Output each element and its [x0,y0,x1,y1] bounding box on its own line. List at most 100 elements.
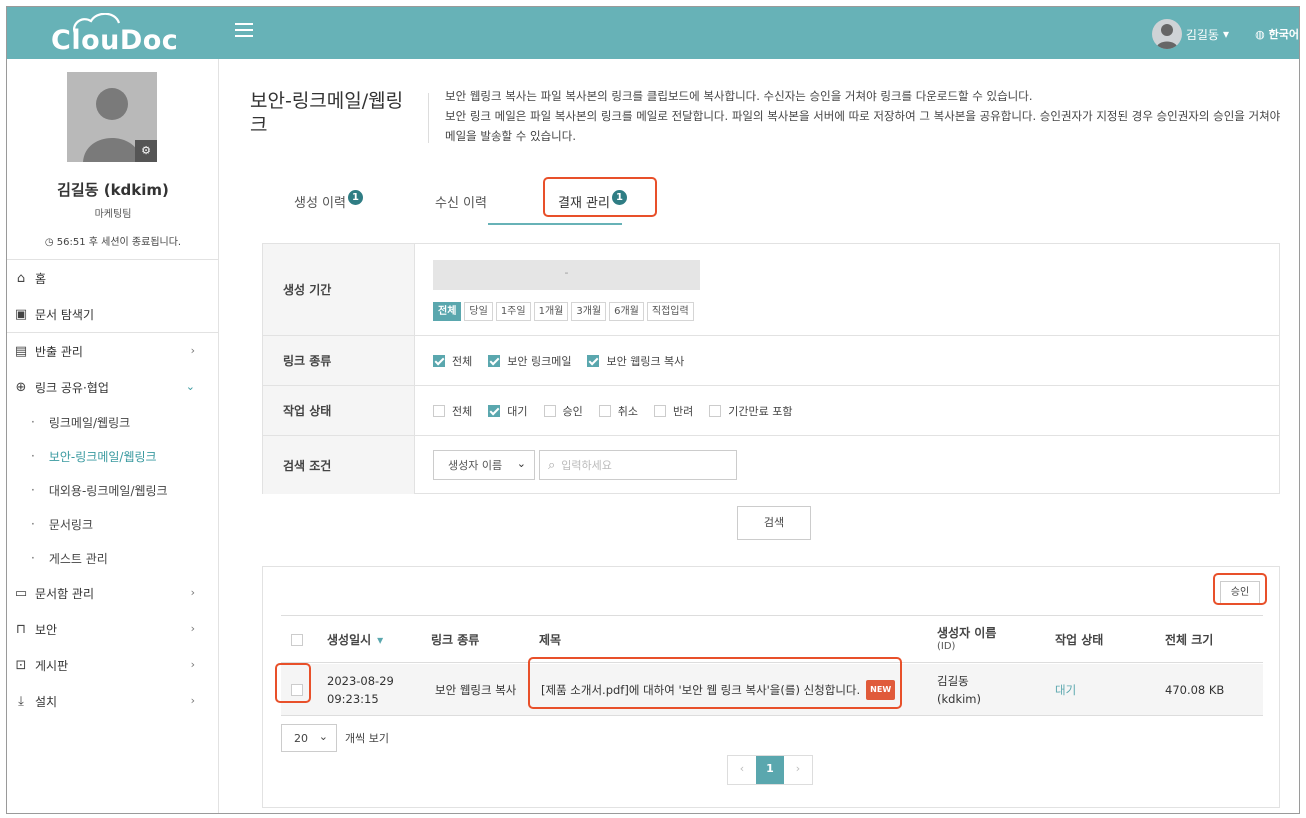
sidebar-item-label: 보안-링크메일/웹링크 [48,449,157,464]
cell-link-type: 보안 웹링크 복사 [435,683,517,697]
folder-search-icon: ▣ [14,306,28,322]
tab-created-history[interactable]: 생성 이력 1 [294,177,363,225]
top-bar: ClouDoc 김길동 ▾ ◍ 한국어 [7,7,1299,59]
app-window: ClouDoc 김길동 ▾ ◍ 한국어 ⚙ 김길동 (kdkim) 마케팅팀 ◷… [6,6,1300,814]
checkbox-status-pending[interactable]: 대기 [488,403,528,419]
cell-title[interactable]: [제품 소개서.pdf]에 대하여 '보안 웹 링크 복사'을(를) 신청합니다… [541,664,896,716]
sidebar-item-explorer[interactable]: ▣ 문서 탐색기 [7,296,219,332]
period-custom-button[interactable]: 직접입력 [646,302,694,321]
page-size-control: 20 ⌄ 개씩 보기 [281,724,389,752]
sidebar-item-link-share[interactable]: ⊕ 링크 공유·협업 ⌄ [7,369,219,405]
filter-row-link-type: 링크 종류 전체 보안 링크메일 보안 웹링크 복사 [263,336,1279,386]
sidebar-item-label: 대외용-링크메일/웹링크 [48,483,168,498]
cell-creator: 김길동 (kdkim) [937,674,981,706]
filter-label: 검색 조건 [263,436,415,494]
sidebar-subitem-external-linkmail[interactable]: · 대외용-링크메일/웹링크 [7,473,219,507]
select-all-checkbox[interactable] [291,634,303,646]
checkbox-link-secure-weblink[interactable]: 보안 웹링크 복사 [587,353,684,369]
checkbox-status-rejected[interactable]: 반려 [654,403,693,419]
sidebar-subitem-linkmail[interactable]: · 링크메일/웹링크 [7,405,219,439]
profile-department: 마케팅팀 [94,209,132,220]
sidebar-item-docbox[interactable]: ▭ 문서함 관리 › [7,575,219,611]
filter-label: 생성 기간 [263,244,415,335]
home-icon: ⌂ [16,270,26,286]
search-input[interactable]: ⌕ 입력하세요 [539,450,737,480]
page-size-select[interactable]: 20 ⌄ [281,724,337,752]
session-timer: ◷ 56:51 후 세션이 종료됩니다. [7,233,219,248]
sidebar-subitem-secure-linkmail[interactable]: · 보안-링크메일/웹링크 [7,439,219,473]
sidebar-subitem-doclink[interactable]: · 문서링크 [7,507,219,541]
period-all-button[interactable]: 전체 [433,302,462,321]
period-1week-button[interactable]: 1주일 [495,302,531,321]
search-field-select[interactable]: 생성자 이름 ⌄ [433,450,535,480]
sidebar-item-label: 반출 관리 [35,344,83,359]
prev-page-button[interactable]: ‹ [728,756,756,784]
sidebar-item-label: 문서링크 [48,517,93,532]
period-1month-button[interactable]: 1개월 [533,302,569,321]
sidebar-item-home[interactable]: ⌂ 홈 [7,260,219,296]
column-created[interactable]: 생성일시 ▾ [327,616,383,664]
sidebar-item-settings[interactable]: ⤓ 설치 › [7,683,219,719]
sidebar-item-label: 보안 [35,622,58,637]
sidebar-item-label: 홈 [35,271,47,286]
sort-down-icon: ▾ [377,632,384,647]
checkbox-status-all[interactable]: 전체 [433,403,472,419]
date-range-input[interactable]: - [433,260,700,290]
clock-icon: ◷ [44,237,54,248]
sidebar-item-label: 게스트 관리 [48,551,108,566]
chevron-down-icon: ▾ [1222,27,1229,41]
row-checkbox[interactable] [291,684,303,696]
page-title: 보안-링크메일/웹링크 [250,90,404,136]
page-description: 보안 웹링크 복사는 파일 복사본의 링크를 클립보드에 복사합니다. 수신자는… [445,86,1285,146]
active-tab-indicator [488,223,622,225]
checkbox-status-cancelled[interactable]: 취소 [598,403,638,419]
user-menu[interactable]: 김길동 ▾ [1151,19,1229,49]
sidebar-item-security[interactable]: ⊓ 보안 › [7,611,219,647]
chevron-right-icon: › [190,586,195,599]
sidebar-item-label: 문서함 관리 [35,586,95,601]
board-icon: ⊡ [15,657,27,673]
tab-approval-management[interactable]: 결재 관리 1 [558,177,627,225]
checkbox-status-approved[interactable]: 승인 [543,403,583,419]
user-name: 김길동 [1185,27,1219,42]
tab-badge: 1 [611,189,627,205]
language-label: 한국어 [1268,28,1299,41]
page-1-button[interactable]: 1 [756,756,784,784]
profile-photo: ⚙ [67,72,157,162]
checkbox-link-secure-mail[interactable]: 보안 링크메일 [488,353,571,369]
table-row[interactable]: 2023-08-29 09:23:15 보안 웹링크 복사 [제품 소개서.pd… [281,664,1263,716]
sidebar-item-board[interactable]: ⊡ 게시판 › [7,647,219,683]
sidebar-subitem-guest[interactable]: · 게스트 관리 [7,541,219,575]
sidebar-item-export[interactable]: ▤ 반출 관리 › [7,333,219,369]
period-buttons: 전체 당일 1주일 1개월 3개월 6개월 직접입력 [433,302,697,321]
period-6month-button[interactable]: 6개월 [609,302,644,321]
checkbox-status-expired[interactable]: 기간만료 포함 [709,403,792,419]
search-button[interactable]: 검색 [737,506,811,540]
tab-received-history[interactable]: 수신 이력 [435,177,487,225]
divider [428,93,429,143]
approve-button[interactable]: 승인 [1220,581,1260,605]
period-3month-button[interactable]: 3개월 [571,302,607,321]
column-link-type: 링크 종류 [431,632,480,647]
gear-icon[interactable]: ⚙ [135,140,157,162]
logo[interactable]: ClouDoc [51,13,181,57]
period-today-button[interactable]: 당일 [464,302,493,321]
menu-toggle-icon[interactable] [235,23,253,37]
session-text: 56:51 후 세션이 종료됩니다. [56,237,182,248]
cell-status[interactable]: 대기 [1055,664,1076,716]
tab-bar: 생성 이력 1 수신 이력 결재 관리 1 [260,177,660,225]
language-selector[interactable]: ◍ 한국어 [1255,26,1299,42]
filter-label: 작업 상태 [263,386,415,435]
checkbox-link-all[interactable]: 전체 [433,353,472,369]
search-placeholder: 입력하세요 [561,459,612,472]
tab-label: 수신 이력 [435,195,487,211]
pagination: ‹ 1 › [727,755,813,785]
logo-text: ClouDoc [51,25,179,56]
next-page-button[interactable]: › [784,756,812,784]
new-badge: NEW [866,680,896,700]
chevron-right-icon: › [190,694,195,707]
cell-created: 2023-08-29 09:23:15 [327,674,394,706]
sidebar-item-label: 문서 탐색기 [35,307,95,322]
column-title: 제목 [539,632,562,647]
cell-size: 470.08 KB [1165,683,1225,697]
